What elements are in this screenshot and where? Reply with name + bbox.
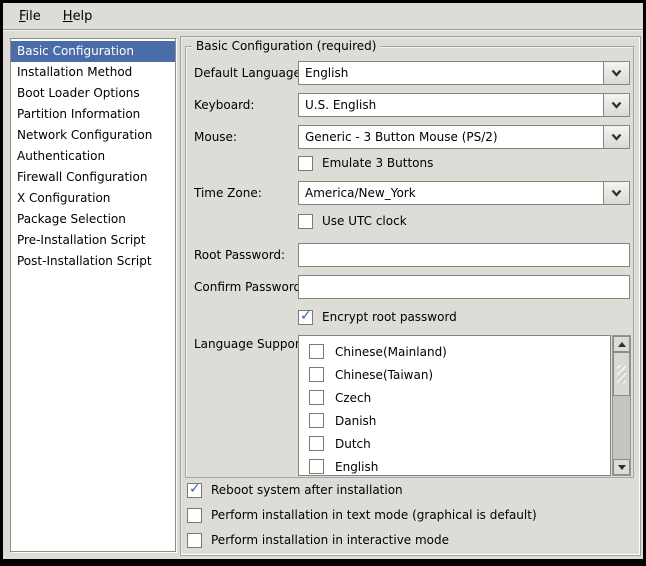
- language-option-checkbox[interactable]: [309, 367, 324, 382]
- language-option-checkbox[interactable]: [309, 390, 324, 405]
- time-zone-select[interactable]: America/New_York: [298, 181, 630, 205]
- language-option-label: Dutch: [335, 437, 371, 451]
- sidebar-item[interactable]: Authentication: [11, 146, 175, 167]
- install-option-row: Perform installation in text mode (graph…: [187, 507, 537, 523]
- language-option-checkbox[interactable]: [309, 459, 324, 474]
- sidebar-item[interactable]: Package Selection: [11, 209, 175, 230]
- language-option-row[interactable]: Danish: [299, 409, 610, 432]
- install-option-label: Perform installation in text mode (graph…: [211, 508, 537, 522]
- sidebar-item[interactable]: Boot Loader Options: [11, 83, 175, 104]
- keyboard-select[interactable]: U.S. English: [298, 93, 630, 117]
- chevron-down-icon: [611, 101, 622, 109]
- install-options: Reboot system after installation Perform…: [187, 482, 537, 548]
- language-option-row[interactable]: Chinese(Mainland): [299, 340, 610, 363]
- main-panel: Basic Configuration (required) Default L…: [180, 36, 641, 556]
- language-support-list: Chinese(Mainland) Chinese(Taiwan) Czech: [298, 335, 611, 476]
- encrypt-root-password-label: Encrypt root password: [322, 310, 457, 324]
- sidebar-item[interactable]: Network Configuration: [11, 125, 175, 146]
- default-language-dropdown-button[interactable]: [603, 61, 630, 85]
- scroll-down-button[interactable]: [613, 459, 630, 475]
- install-option-checkbox[interactable]: [187, 533, 202, 548]
- scrollbar-thumb[interactable]: [613, 352, 630, 396]
- language-option-label: Danish: [335, 414, 376, 428]
- language-option-label: Czech: [335, 391, 371, 405]
- mouse-select[interactable]: Generic - 3 Button Mouse (PS/2): [298, 125, 630, 149]
- sidebar-item[interactable]: Pre-Installation Script: [11, 230, 175, 251]
- language-option-label: Chinese(Mainland): [335, 345, 447, 359]
- install-option-row: Perform installation in interactive mode: [187, 532, 537, 548]
- use-utc-clock-checkbox[interactable]: [298, 214, 313, 229]
- mouse-value[interactable]: Generic - 3 Button Mouse (PS/2): [298, 125, 604, 149]
- sidebar-item[interactable]: Firewall Configuration: [11, 167, 175, 188]
- scrollbar-grip: [617, 365, 626, 383]
- install-option-row: Reboot system after installation: [187, 482, 537, 498]
- time-zone-dropdown-button[interactable]: [603, 181, 630, 205]
- menu-help[interactable]: Help: [52, 5, 104, 28]
- arrow-down-icon: [618, 465, 626, 470]
- emulate-3-buttons-checkbox[interactable]: [298, 156, 313, 171]
- confirm-password-input[interactable]: [298, 275, 630, 299]
- chevron-down-icon: [611, 189, 622, 197]
- default-language-value[interactable]: English: [298, 61, 604, 85]
- language-option-row[interactable]: Dutch: [299, 432, 610, 455]
- sidebar-item[interactable]: Installation Method: [11, 62, 175, 83]
- time-zone-label: Time Zone:: [194, 181, 262, 205]
- chevron-down-icon: [611, 69, 622, 77]
- language-option-checkbox[interactable]: [309, 436, 324, 451]
- encrypt-root-password-checkbox[interactable]: [298, 310, 313, 325]
- sidebar-item[interactable]: X Configuration: [11, 188, 175, 209]
- menu-file[interactable]: File: [8, 5, 52, 28]
- keyboard-value[interactable]: U.S. English: [298, 93, 604, 117]
- sidebar-item[interactable]: Basic Configuration: [11, 41, 175, 62]
- keyboard-dropdown-button[interactable]: [603, 93, 630, 117]
- language-option-checkbox[interactable]: [309, 413, 324, 428]
- arrow-up-icon: [618, 342, 626, 347]
- language-option-checkbox[interactable]: [309, 344, 324, 359]
- sidebar-item[interactable]: Partition Information: [11, 104, 175, 125]
- basic-configuration-frame: Basic Configuration (required) Default L…: [185, 46, 634, 478]
- keyboard-label: Keyboard:: [194, 93, 254, 117]
- language-option-label: English: [335, 460, 378, 474]
- root-password-input[interactable]: [298, 243, 630, 267]
- scroll-up-button[interactable]: [613, 336, 630, 352]
- language-option-row[interactable]: Czech: [299, 386, 610, 409]
- chevron-down-icon: [611, 133, 622, 141]
- root-password-label: Root Password:: [194, 243, 285, 267]
- language-option-row[interactable]: Chinese(Taiwan): [299, 363, 610, 386]
- language-list-scrollbar[interactable]: [612, 335, 631, 476]
- time-zone-value[interactable]: America/New_York: [298, 181, 604, 205]
- language-option-row[interactable]: English: [299, 455, 610, 476]
- language-option-label: Chinese(Taiwan): [335, 368, 433, 382]
- install-option-label: Perform installation in interactive mode: [211, 533, 449, 547]
- install-option-checkbox[interactable]: [187, 483, 202, 498]
- section-list: Basic Configuration Installation Method …: [10, 38, 176, 552]
- emulate-3-buttons-label: Emulate 3 Buttons: [322, 156, 433, 170]
- menu-bar: File Help: [3, 3, 643, 30]
- use-utc-clock-label: Use UTC clock: [322, 214, 407, 228]
- install-option-label: Reboot system after installation: [211, 483, 403, 497]
- install-option-checkbox[interactable]: [187, 508, 202, 523]
- mouse-dropdown-button[interactable]: [603, 125, 630, 149]
- confirm-password-label: Confirm Password:: [194, 275, 305, 299]
- sidebar-item[interactable]: Post-Installation Script: [11, 251, 175, 272]
- default-language-label: Default Language:: [194, 61, 305, 85]
- kickstart-configurator-window: File Help Basic Configuration Installati…: [0, 0, 646, 566]
- default-language-select[interactable]: English: [298, 61, 630, 85]
- language-support-label: Language Support:: [194, 335, 309, 353]
- mouse-label: Mouse:: [194, 125, 237, 149]
- frame-title: Basic Configuration (required): [192, 39, 380, 54]
